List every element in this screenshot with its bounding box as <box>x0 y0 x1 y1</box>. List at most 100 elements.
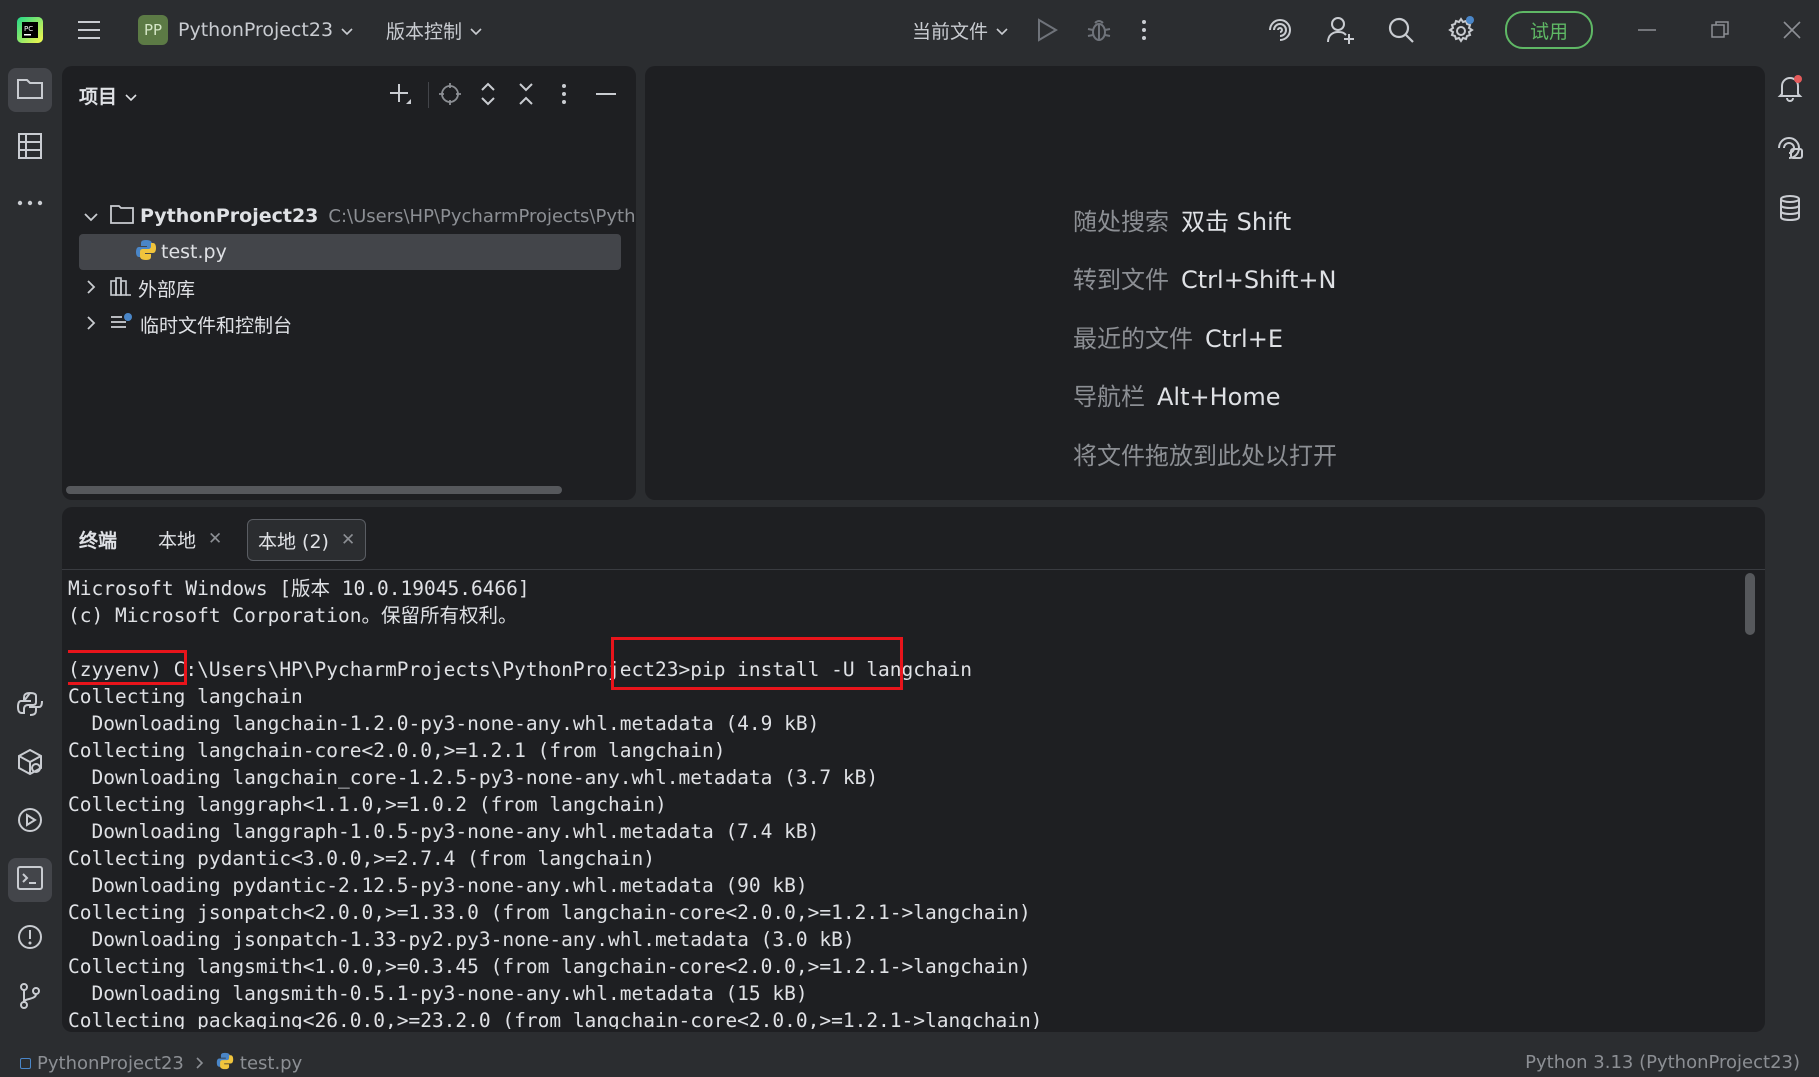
problems-tool-button[interactable] <box>8 917 52 961</box>
tab-local-2[interactable]: 本地 (2) ✕ <box>247 519 367 561</box>
horizontal-scrollbar[interactable] <box>66 486 562 494</box>
structure-tool-button[interactable] <box>8 126 52 170</box>
terminal-line: Collecting pydantic<3.0.0,>=2.7.4 (from … <box>68 847 655 870</box>
env-highlight-box <box>68 650 187 685</box>
restore-icon[interactable] <box>1711 0 1729 60</box>
python-packages-button[interactable] <box>8 684 52 728</box>
root-project-name: PythonProject23 <box>140 205 319 227</box>
trial-button[interactable]: 试用 <box>1505 0 1593 60</box>
file-name: test.py <box>161 241 227 263</box>
pycharm-logo-icon[interactable]: PC <box>16 0 44 60</box>
packages-icon <box>16 748 44 780</box>
terminal-icon <box>16 865 44 895</box>
services-tool-button[interactable] <box>8 742 52 786</box>
terminal-line: Collecting langsmith<1.0.0,>=0.3.45 (fro… <box>68 955 1031 978</box>
run-icon[interactable] <box>1036 0 1058 60</box>
drop-files-text: 将文件拖放到此处以打开 <box>1073 442 1337 470</box>
terminal-output[interactable]: Microsoft Windows [版本 10.0.19045.6466] (… <box>68 569 1708 1029</box>
run-config-selector[interactable]: 当前文件 <box>912 0 1008 60</box>
vcs-menu-label: 版本控制 <box>386 20 463 43</box>
terminal-tab-bar: 终端 本地 ✕ 本地 (2) ✕ <box>62 507 1765 570</box>
hint-label: 最近的文件 <box>1073 325 1193 353</box>
breadcrumb-project[interactable]: PythonProject23 <box>37 1053 184 1074</box>
warning-circle-icon <box>16 923 44 955</box>
collapse-all-icon[interactable] <box>518 82 534 110</box>
tree-item-external-libs[interactable]: 外部库 <box>62 270 636 306</box>
close-tab-icon[interactable]: ✕ <box>208 529 222 549</box>
terminal-line: Downloading langsmith-0.5.1-py3-none-any… <box>68 982 808 1005</box>
add-icon[interactable] <box>388 82 412 110</box>
tab-label: 本地 (2) <box>258 530 329 553</box>
close-tab-icon[interactable]: ✕ <box>341 530 355 550</box>
project-badge: PP <box>138 15 168 45</box>
hint-goto-file: 转到文件 Ctrl+Shift+N <box>1073 260 1336 295</box>
add-user-icon[interactable] <box>1326 0 1356 60</box>
git-tool-button[interactable] <box>8 976 52 1020</box>
hint-navigation-bar: 导航栏 Alt+Home <box>1073 377 1280 412</box>
run-tool-button[interactable] <box>8 800 52 844</box>
interpreter-selector[interactable]: Python 3.13 (PythonProject23) <box>1525 1052 1800 1073</box>
chevron-down-icon <box>341 19 353 41</box>
terminal-line: Collecting langchain-core<2.0.0,>=1.2.1 … <box>68 739 726 762</box>
vertical-scrollbar[interactable] <box>1745 573 1755 635</box>
terminal-tool-button[interactable] <box>8 858 52 902</box>
database-button[interactable] <box>1768 188 1812 232</box>
hide-panel-icon[interactable] <box>596 82 616 110</box>
python-console-icon <box>16 690 44 722</box>
hint-label: 导航栏 <box>1073 383 1145 411</box>
terminal-line: Collecting langchain <box>68 685 303 708</box>
external-libs-label: 外部库 <box>138 278 196 301</box>
terminal-line: (c) Microsoft Corporation。保留所有权利。 <box>68 604 518 627</box>
project-tool-button[interactable] <box>8 68 52 112</box>
terminal-line: Downloading langchain-1.2.0-py3-none-any… <box>68 712 820 735</box>
project-view-selector[interactable]: 项目 <box>79 82 137 109</box>
chevron-right-icon <box>86 313 100 335</box>
ai-chat-button[interactable] <box>1768 128 1812 172</box>
expand-all-icon[interactable] <box>480 82 496 110</box>
terminal-line: Collecting jsonpatch<2.0.0,>=1.33.0 (fro… <box>68 901 1031 924</box>
hint-drop-files: 将文件拖放到此处以打开 <box>1073 436 1337 471</box>
notifications-button[interactable] <box>1768 68 1812 112</box>
locate-icon[interactable] <box>438 82 462 110</box>
tree-root[interactable]: PythonProject23 C:\Users\HP\PycharmProje… <box>62 198 636 234</box>
terminal-line: Collecting langgraph<1.1.0,>=1.0.2 (from… <box>68 793 667 816</box>
breadcrumb-file[interactable]: test.py <box>240 1053 302 1074</box>
folder-icon <box>110 204 134 229</box>
more-horizontal-icon <box>17 191 43 210</box>
tree-item-scratches[interactable]: 临时文件和控制台 <box>62 306 636 342</box>
project-selector[interactable]: PP PythonProject23 <box>138 0 353 60</box>
debug-icon[interactable] <box>1086 0 1112 60</box>
project-panel: 项目 PythonProject23 C:\Users\HP\PycharmPr… <box>62 66 636 500</box>
chevron-down-icon <box>84 205 98 227</box>
ai-assistant-icon[interactable] <box>1266 0 1294 60</box>
main-menu-icon[interactable] <box>76 0 102 60</box>
tree-item-test-py[interactable]: test.py <box>79 234 621 270</box>
vcs-menu[interactable]: 版本控制 <box>386 0 482 60</box>
options-icon[interactable] <box>560 82 568 110</box>
hint-shortcut: Alt+Home <box>1157 383 1281 411</box>
settings-icon[interactable] <box>1446 0 1476 60</box>
project-name: PythonProject23 <box>178 19 334 41</box>
minimize-icon[interactable] <box>1638 0 1656 60</box>
status-bar: PythonProject23 test.py Python 3.13 (Pyt… <box>0 1050 1819 1077</box>
bell-icon <box>1776 74 1804 106</box>
more-tools-button[interactable] <box>8 178 52 222</box>
title-bar: PC PP PythonProject23 版本控制 当前文件 试用 <box>0 0 1819 60</box>
trial-button-label: 试用 <box>1505 11 1593 49</box>
header-divider <box>428 82 429 108</box>
svg-text:PC: PC <box>24 25 33 33</box>
database-icon <box>1778 194 1802 226</box>
terminal-line: Downloading pydantic-2.12.5-py3-none-any… <box>68 874 808 897</box>
python-file-icon <box>135 239 157 266</box>
folder-icon <box>16 76 44 104</box>
tab-local[interactable]: 本地 ✕ <box>158 519 222 559</box>
more-actions-icon[interactable] <box>1140 0 1148 60</box>
tab-label: 本地 <box>158 529 197 552</box>
structure-icon <box>17 132 43 164</box>
chevron-down-icon <box>996 19 1008 41</box>
close-window-icon[interactable] <box>1783 0 1801 60</box>
search-icon[interactable] <box>1387 0 1415 60</box>
project-panel-title: 项目 <box>79 86 118 108</box>
ai-chat-icon <box>1776 134 1804 166</box>
hint-recent-files: 最近的文件 Ctrl+E <box>1073 319 1283 354</box>
